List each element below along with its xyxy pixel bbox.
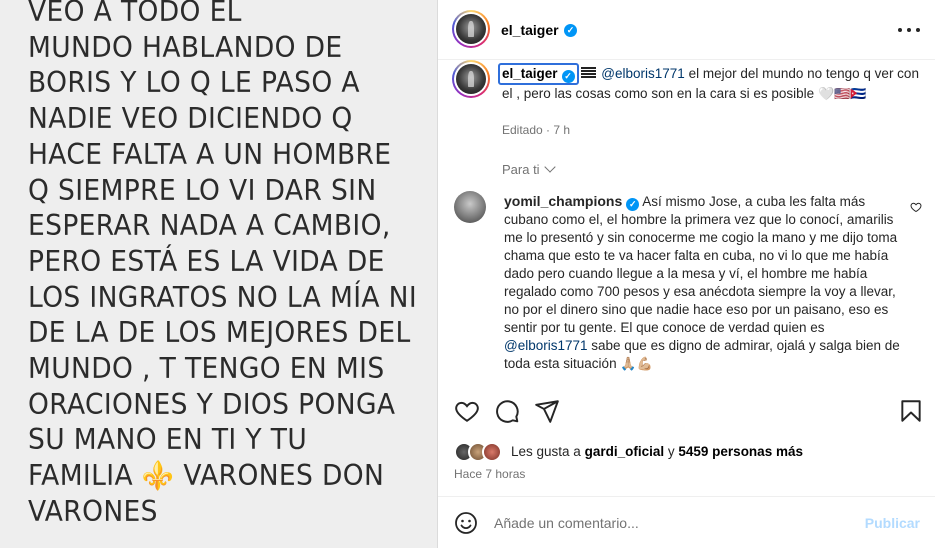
media-line: VEO A TODO EL	[28, 0, 242, 28]
media-word: VARONES DON	[183, 459, 385, 493]
caption-avatar[interactable]	[452, 60, 490, 98]
caption-mention[interactable]: @elboris1771	[601, 66, 685, 81]
caption-meta: Editado · 7 h	[502, 123, 570, 137]
post-time[interactable]: Hace 7 horas	[454, 467, 525, 481]
media-line: LOS INGRATOS NO LA MÍA NI	[28, 280, 418, 314]
more-options-icon[interactable]	[898, 20, 920, 40]
likes-joiner: y	[667, 444, 675, 459]
media-line: NADIE VEO DICIENDO Q	[28, 102, 353, 136]
publish-button[interactable]: Publicar	[865, 515, 920, 531]
media-line: MUNDO HABLANDO DE	[28, 30, 343, 64]
verified-badge-icon: ✓	[564, 24, 577, 37]
chevron-down-icon	[543, 161, 556, 173]
post-actions	[438, 398, 935, 428]
sort-label: Para ti	[502, 162, 540, 177]
media-line: SU MANO EN TI Y TU	[28, 423, 308, 457]
caption-text: el_taiger ✓ @elboris1771 el mejor del mun…	[498, 63, 922, 103]
flag-emoji-icon	[580, 67, 596, 79]
liker-username[interactable]: gardi_oficial	[585, 444, 665, 459]
profile-avatar[interactable]	[452, 10, 490, 48]
comment-username[interactable]: yomil_champions	[504, 193, 622, 209]
media-line: PERO ESTÁ ES LA VIDA DE	[28, 244, 385, 278]
media-word: FAMILIA	[28, 459, 133, 493]
media-line: Q SIEMPRE LO VI DAR SIN	[28, 173, 377, 207]
emoji-smiley-icon[interactable]	[454, 511, 478, 535]
media-line: ORACIONES Y DIOS PONGA	[28, 387, 396, 421]
add-comment-bar: Publicar	[438, 496, 935, 548]
media-line: VARONES	[28, 494, 158, 528]
comment-avatar[interactable]	[454, 191, 486, 223]
likes-summary: Les gusta a gardi_oficial y 5459 persona…	[454, 442, 924, 462]
header-username[interactable]: el_taiger	[501, 22, 559, 38]
media-line: ESPERAR NADA A CAMBIO,	[28, 209, 391, 243]
comment-text: yomil_champions ✓ Así mismo Jose, a cuba …	[504, 192, 904, 373]
media-line: BORIS Y LO Q LE PASO A	[28, 66, 360, 100]
likes-count[interactable]: 5459 personas más	[678, 444, 803, 459]
fleur-de-lis-icon: ⚜️	[141, 459, 175, 493]
caption-time[interactable]: 7 h	[553, 123, 570, 137]
media-line: FAMILIA ⚜️ VARONES DON	[28, 458, 400, 494]
like-heart-icon[interactable]	[454, 398, 480, 424]
comment-sort-dropdown[interactable]: Para ti	[502, 161, 556, 177]
post-sidebar: el_taiger ✓ el_taiger ✓ @elboris1771 el m…	[437, 0, 935, 548]
comment-input[interactable]	[494, 513, 854, 533]
post-header: el_taiger ✓	[438, 0, 935, 60]
caption-username[interactable]: el_taiger ✓	[498, 63, 579, 85]
media-line: HACE FALTA A UN HOMBRE	[28, 137, 392, 171]
verified-badge-icon: ✓	[626, 198, 640, 211]
verified-badge-icon: ✓	[561, 70, 575, 83]
instagram-post-view: VEO A TODO EL MUNDO HABLANDO DE BORIS Y …	[0, 0, 935, 548]
comment-emojis: 🙏🏼💪🏼	[620, 356, 653, 371]
likes-prefix: Les gusta a	[511, 444, 581, 459]
media-line: DE LA DE LOS MEJORES DEL	[28, 316, 411, 350]
liker-avatar	[482, 442, 502, 462]
edited-label: Editado	[502, 123, 543, 137]
media-text: VEO A TODO EL MUNDO HABLANDO DE BORIS Y …	[28, 0, 418, 530]
comment-body: Así mismo Jose, a cuba les falta más cub…	[504, 194, 898, 335]
media-line: MUNDO , T TENGO EN MIS	[28, 352, 385, 386]
dot-separator: ·	[546, 123, 551, 137]
liker-avatars	[454, 442, 510, 462]
comment-like-heart-icon[interactable]	[910, 201, 922, 213]
likes-text[interactable]: Les gusta a gardi_oficial y 5459 persona…	[511, 444, 803, 459]
comment-mention[interactable]: @elboris1771	[504, 338, 588, 353]
comment-bubble-icon[interactable]	[494, 398, 520, 424]
save-bookmark-icon[interactable]	[898, 398, 924, 424]
post-media[interactable]: VEO A TODO EL MUNDO HABLANDO DE BORIS Y …	[0, 0, 437, 548]
caption-emojis: 🤍🇺🇸🇨🇺	[817, 86, 867, 101]
share-send-icon[interactable]	[534, 398, 560, 424]
